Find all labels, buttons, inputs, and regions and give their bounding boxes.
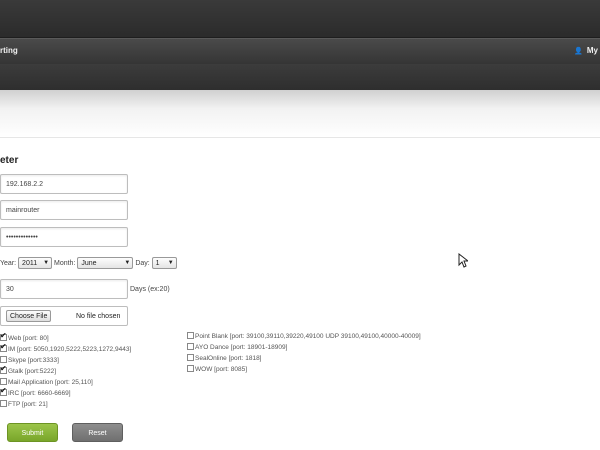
service-web[interactable]: Web [port: 80]	[0, 331, 49, 344]
service-sealonline-label: SealOnline [port: 1818]	[195, 355, 262, 362]
top-bar	[0, 0, 600, 38]
service-web-label: Web [port: 80]	[8, 335, 49, 342]
service-wow[interactable]: WOW [port: 8085]	[187, 364, 248, 375]
service-im[interactable]: IM [port: 5050,1920,5222,5223,1272,9443]	[0, 342, 132, 355]
chevron-down-icon: ▼	[167, 260, 174, 266]
page-header-band	[0, 90, 600, 138]
service-skype[interactable]: Skype [port:3333]	[0, 355, 59, 366]
submit-button[interactable]: Submit	[7, 423, 58, 442]
checkbox-ftp[interactable]	[0, 399, 7, 407]
service-mail[interactable]: Mail Application [port: 25,110]	[0, 377, 93, 388]
mouse-cursor-icon	[458, 253, 468, 268]
checkbox-point-blank[interactable]	[187, 331, 194, 339]
service-gtalk[interactable]: Gtalk [port:5222]	[0, 364, 57, 377]
date-row: Year: 2011 ▼ Month: June ▼ Day: 1 ▼	[0, 257, 177, 271]
month-label: Month:	[54, 259, 76, 267]
checkbox-irc[interactable]	[0, 386, 7, 396]
service-skype-label: Skype [port:3333]	[8, 357, 59, 364]
days-field[interactable]: 30	[0, 279, 128, 299]
day-label: Day:	[135, 259, 150, 267]
service-wow-label: WOW [port: 8085]	[195, 366, 248, 373]
choose-file-button[interactable]: Choose File	[6, 310, 52, 322]
service-point-blank-label: Point Blank [port: 39100,39110,39220,491…	[195, 333, 421, 340]
checkbox-mail[interactable]	[0, 377, 7, 385]
service-gtalk-label: Gtalk [port:5222]	[8, 368, 57, 375]
month-select[interactable]: June ▼	[77, 257, 134, 269]
chevron-down-icon: ▼	[124, 260, 131, 266]
day-select[interactable]: 1 ▼	[151, 257, 177, 269]
day-select-value: 1	[155, 260, 160, 267]
password-field[interactable]: •••••••••••••	[0, 227, 128, 247]
service-irc-label: IRC [port: 6660-6669]	[8, 390, 71, 397]
file-input[interactable]: Choose File No file chosen	[0, 306, 128, 326]
service-im-label: IM [port: 5050,1920,5222,5223,1272,9443]	[8, 346, 132, 353]
service-irc[interactable]: IRC [port: 6660-6669]	[0, 386, 71, 399]
month-select-value: June	[81, 260, 97, 267]
service-ftp-label: FTP [port: 21]	[8, 401, 48, 408]
checkbox-gtalk[interactable]	[0, 364, 7, 374]
checkbox-sealonline[interactable]	[187, 353, 194, 361]
checkbox-ayo-dance[interactable]	[187, 342, 194, 350]
checkbox-web[interactable]	[0, 331, 7, 341]
router-name-field[interactable]: mainrouter	[0, 200, 128, 220]
chevron-down-icon: ▼	[43, 260, 50, 266]
user-menu[interactable]: 👤 My	[574, 46, 598, 55]
service-mail-label: Mail Application [port: 25,110]	[8, 379, 93, 386]
checkbox-wow[interactable]	[187, 364, 194, 372]
service-sealonline[interactable]: SealOnline [port: 1818]	[187, 353, 262, 364]
user-icon: 👤	[574, 48, 583, 55]
year-select[interactable]: 2011 ▼	[18, 257, 53, 269]
user-menu-label: My	[586, 46, 598, 55]
ip-field[interactable]: 192.168.2.2	[0, 174, 128, 194]
service-point-blank[interactable]: Point Blank [port: 39100,39110,39220,491…	[187, 331, 421, 342]
year-label: Year:	[0, 259, 17, 267]
form-title: eter	[0, 155, 19, 166]
service-ayo-dance-label: AYO Dance [port: 18901-18909]	[195, 344, 288, 351]
year-select-value: 2011	[22, 260, 38, 267]
file-status: No file chosen	[76, 313, 121, 320]
nav-bar: rting 👤 My	[0, 38, 600, 64]
sub-nav-bar	[0, 64, 600, 90]
service-ftp[interactable]: FTP [port: 21]	[0, 399, 48, 410]
reset-button[interactable]: Reset	[72, 423, 123, 442]
checkbox-im[interactable]	[0, 342, 7, 352]
checkbox-skype[interactable]	[0, 355, 7, 363]
service-ayo-dance[interactable]: AYO Dance [port: 18901-18909]	[187, 342, 288, 353]
brand-title[interactable]: rting	[0, 46, 18, 55]
days-label: Days (ex:20)	[130, 286, 170, 293]
